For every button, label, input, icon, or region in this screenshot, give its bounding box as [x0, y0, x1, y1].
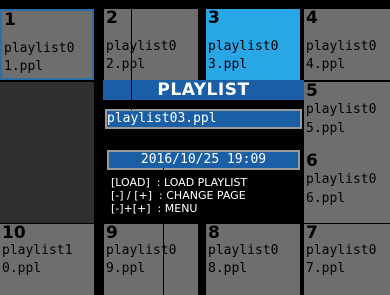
playlist-screen: 1 playlist0 1.ppl 2 playlist0 2.ppl 3 pl… [0, 0, 390, 295]
cell-number: 10 [2, 224, 26, 243]
playlist-cell-4[interactable]: 4 playlist0 4.ppl [304, 9, 390, 80]
cell-filename-line2: 5.ppl [306, 121, 346, 136]
playlist-cell-3[interactable]: 3 playlist0 3.ppl [206, 9, 300, 80]
cell-filename-line1: playlist0 [306, 39, 377, 54]
playlist-cell-8[interactable]: 8 playlist0 8.ppl [206, 224, 300, 295]
cell-number: 6 [306, 152, 318, 171]
empty-cell [0, 152, 94, 223]
panel-title: PLAYLIST [103, 80, 304, 100]
playlist-cell-9[interactable]: 9 playlist0 9.ppl [104, 224, 198, 295]
cell-filename-line1: playlist0 [106, 39, 177, 54]
cell-number: 7 [306, 224, 318, 243]
cell-filename-line1: playlist0 [208, 39, 279, 54]
cell-filename-line2: 3.ppl [208, 57, 248, 72]
cell-filename-line1: playlist0 [208, 243, 279, 258]
help-text: [LOAD] : LOAD PLAYLIST [-] / [+] : CHANG… [111, 176, 247, 215]
cell-filename-line2: 8.ppl [208, 261, 248, 276]
playlist-cell-2[interactable]: 2 playlist0 2.ppl [104, 9, 198, 80]
cell-number: 4 [306, 9, 318, 28]
cell-filename-line1: playlist0 [306, 243, 377, 258]
cell-number: 2 [106, 9, 118, 28]
cell-filename-line2: 7.ppl [306, 261, 346, 276]
cell-filename-line2: 2.ppl [106, 57, 146, 72]
empty-cell [0, 82, 94, 153]
playlist-cell-10[interactable]: 10 playlist1 0.ppl [0, 224, 94, 295]
cell-number: 9 [106, 224, 118, 243]
cell-filename-line1: playlist0 [106, 243, 177, 258]
cell-number: 1 [4, 10, 16, 30]
cell-filename-line2: 9.ppl [106, 261, 146, 276]
cell-filename-line1: playlist0 [306, 102, 377, 117]
cell-filename-line2: 4.ppl [306, 57, 346, 72]
help-menu: [-]+[+] : MENU [111, 202, 198, 215]
cell-number: 3 [208, 9, 220, 28]
cell-number: 8 [208, 224, 220, 243]
help-load: [LOAD] : LOAD PLAYLIST [111, 176, 248, 189]
callout-line-bottom [163, 168, 164, 295]
playlist-info-panel: PLAYLIST playlist03.ppl 2016/10/25 19:09… [103, 80, 304, 222]
playlist-cell-6[interactable]: 6 playlist0 6.ppl [304, 152, 390, 223]
cell-filename-line1: playlist1 [2, 243, 73, 258]
cell-filename-line1: playlist0 [4, 41, 75, 56]
help-change-page: [-] / [+] : CHANGE PAGE [111, 189, 246, 202]
cell-filename-line2: 0.ppl [2, 261, 42, 276]
cell-filename-line2: 6.ppl [306, 191, 346, 206]
playlist-cell-1[interactable]: 1 playlist0 1.ppl [0, 9, 94, 80]
playlist-cell-7[interactable]: 7 playlist0 7.ppl [304, 224, 390, 295]
callout-line-top [131, 0, 132, 110]
cell-filename-line1: playlist0 [306, 172, 377, 187]
cell-filename-line2: 1.ppl [4, 59, 44, 74]
date-time-field: 2016/10/25 19:09 [107, 150, 300, 170]
playlist-cell-5[interactable]: 5 playlist0 5.ppl [304, 82, 390, 153]
selected-playlist-field: playlist03.ppl [105, 109, 302, 129]
cell-number: 5 [306, 82, 318, 101]
